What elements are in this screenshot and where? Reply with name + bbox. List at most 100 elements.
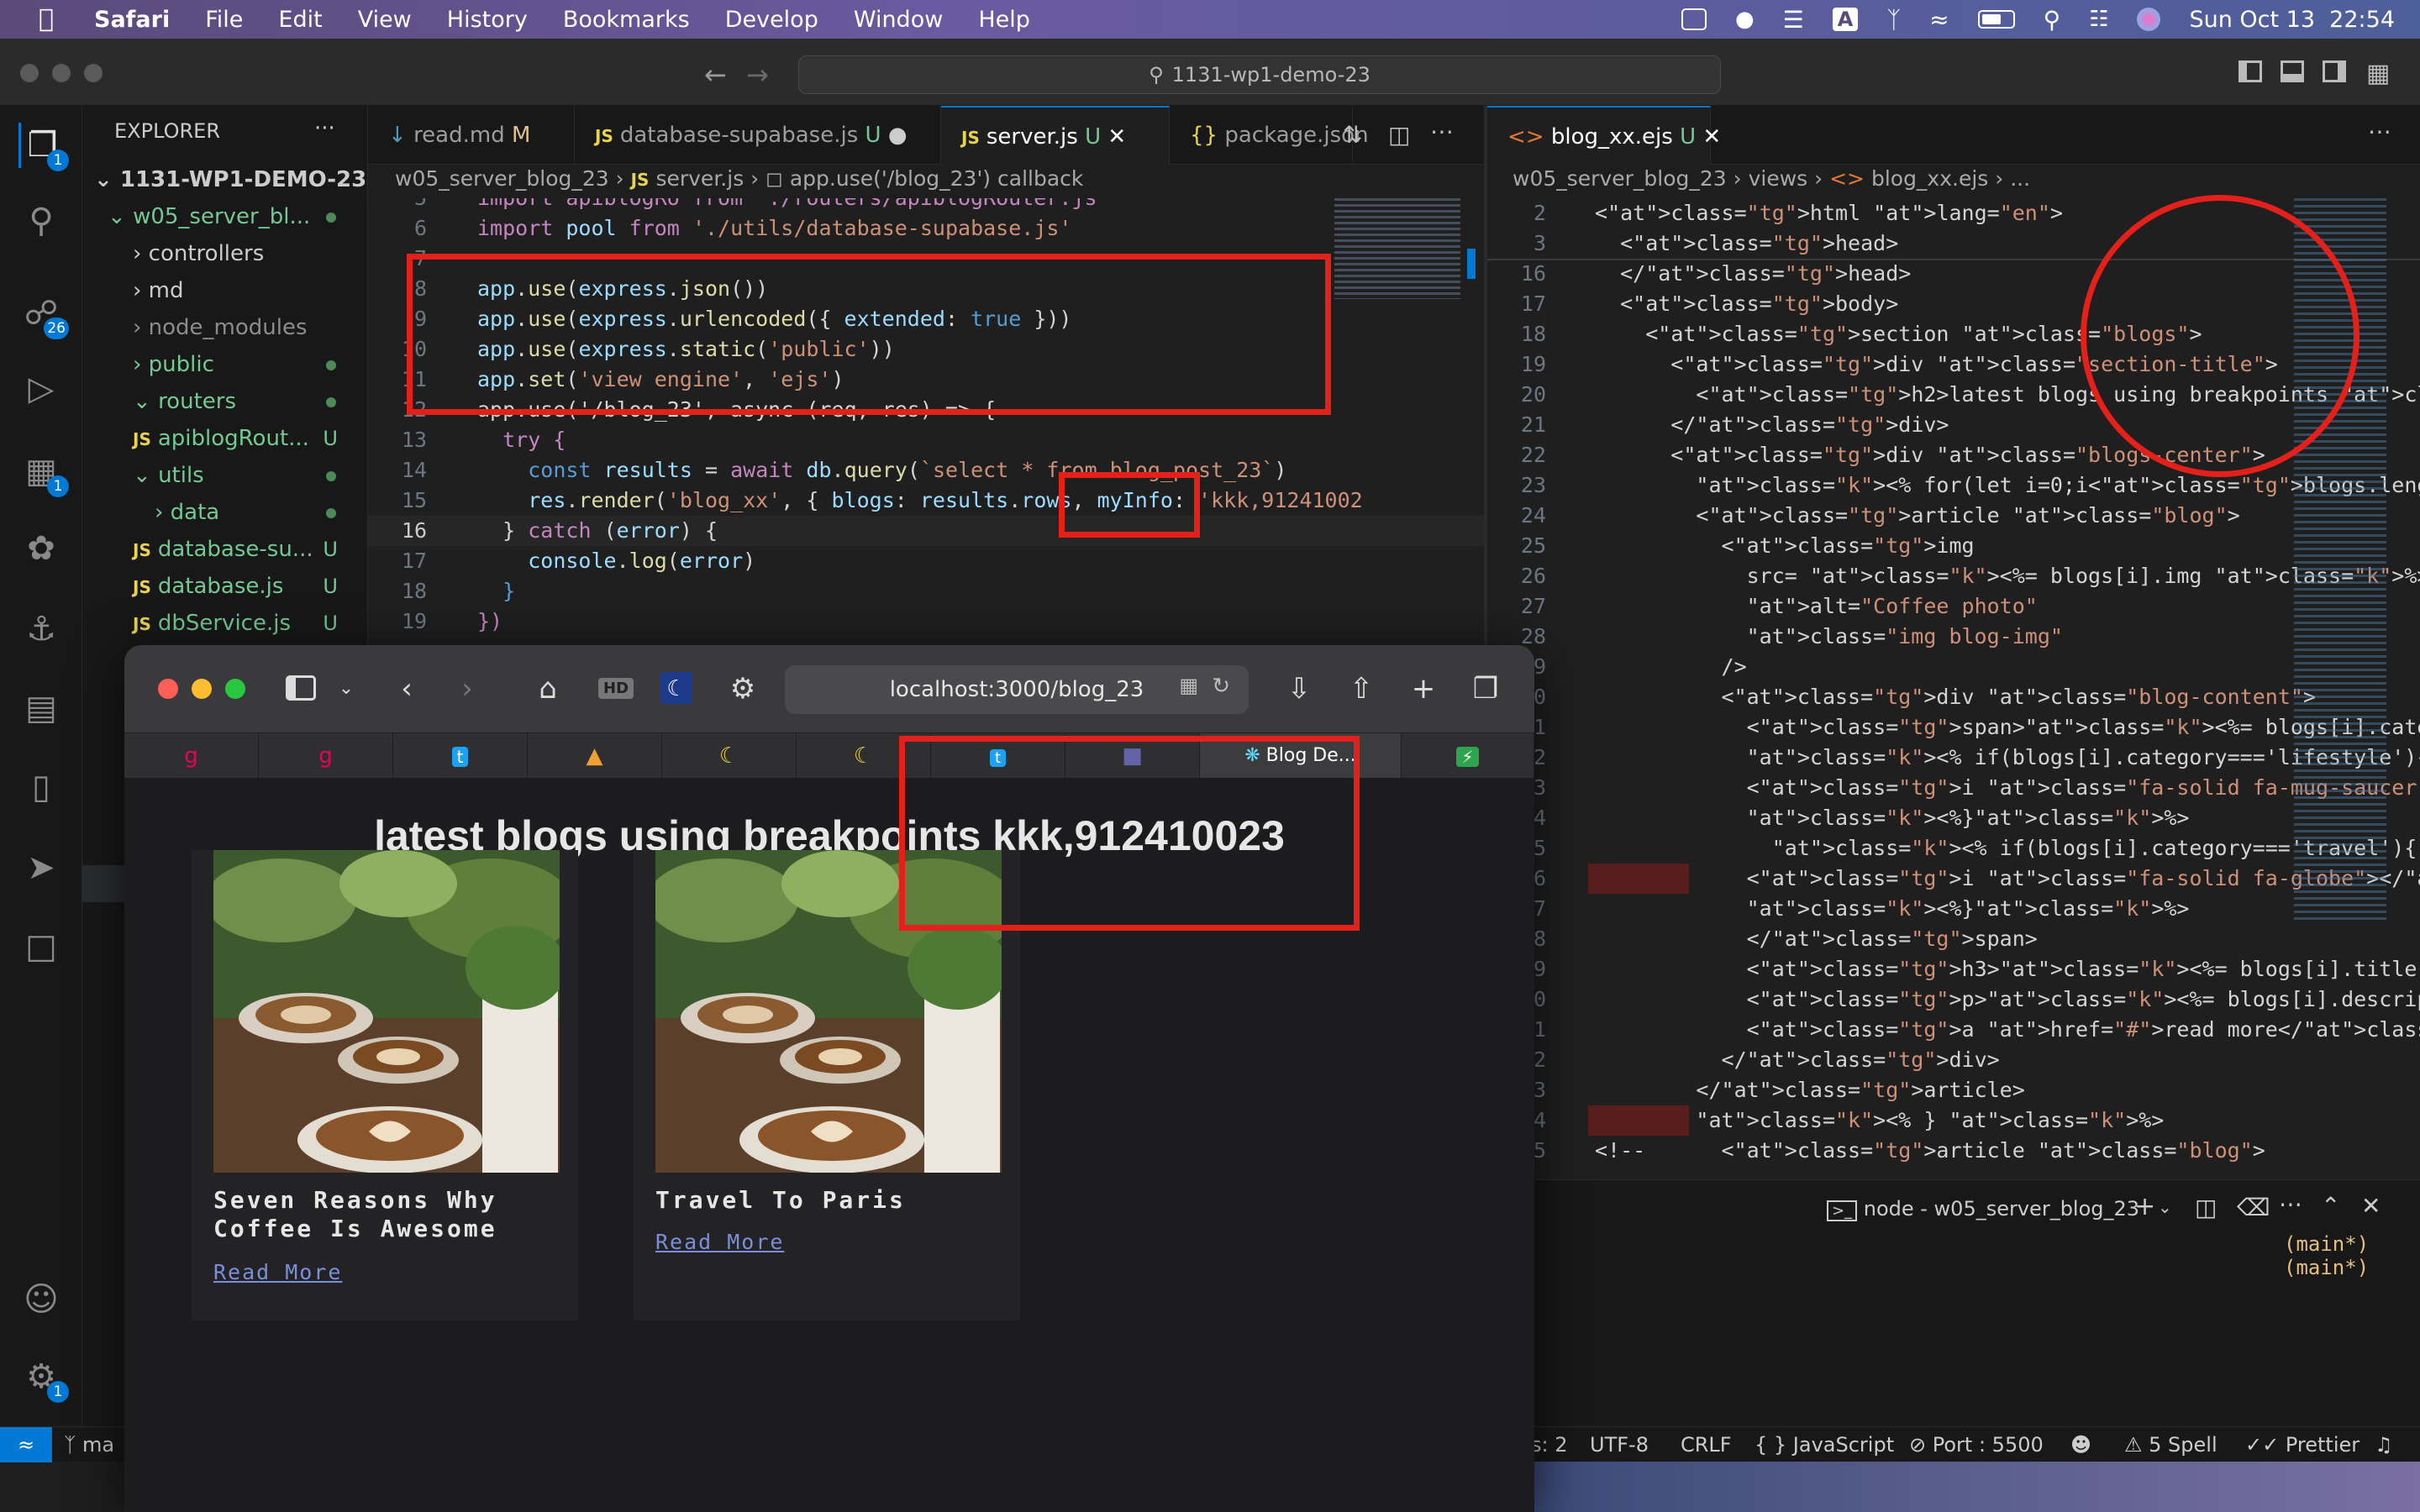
- tab-favicon-g[interactable]: g: [124, 733, 259, 779]
- bluetooth-icon[interactable]: ᛉ: [1886, 6, 1901, 34]
- breadcrumb-symbol[interactable]: ...: [2010, 166, 2030, 191]
- command-center[interactable]: ⚲ 1131-wp1-demo-23: [798, 55, 1721, 94]
- terminal-tab[interactable]: >_ node - w05_server_blog_23: [1827, 1197, 2139, 1221]
- tree-item-apiblogrouter[interactable]: JS apiblogRout... U: [82, 420, 368, 457]
- translate-icon[interactable]: ▦: [1179, 674, 1198, 697]
- window-minimize-button[interactable]: [52, 64, 71, 82]
- more-actions-icon[interactable]: ⋯: [2368, 118, 2391, 145]
- sidebar-toggle-icon[interactable]: [286, 675, 316, 701]
- tab-favicon-g[interactable]: g: [259, 733, 393, 779]
- apple-icon[interactable]: : [32, 5, 60, 34]
- trash-icon[interactable]: ⌫: [2237, 1194, 2270, 1221]
- siri-icon[interactable]: [2137, 8, 2161, 31]
- new-terminal-icon[interactable]: +: [2134, 1192, 2155, 1221]
- terminal-panel[interactable]: >_ node - w05_server_blog_23 + ⌄ ◫ ⌫ ⋯ ⌃…: [1487, 1179, 2420, 1426]
- compare-icon[interactable]: ⇅: [1343, 121, 1362, 149]
- share-icon[interactable]: ⇧: [1344, 672, 1378, 706]
- tab-favicon-banana[interactable]: ☾: [662, 733, 797, 779]
- gear-icon[interactable]: ⚙: [726, 672, 760, 706]
- book-icon[interactable]: ▯: [18, 764, 64, 810]
- reload-icon[interactable]: ↻: [1212, 674, 1230, 699]
- read-more-link[interactable]: Read More: [655, 1230, 784, 1254]
- more-actions-icon[interactable]: ⋯: [2279, 1190, 2302, 1218]
- tab-favicon-blue[interactable]: t: [393, 733, 528, 779]
- tree-item-md[interactable]: › md: [82, 272, 368, 309]
- workspace-root[interactable]: ⌄ 1131-WP1-DEMO-23: [82, 161, 368, 198]
- accounts-icon[interactable]: ☺: [18, 1277, 64, 1322]
- back-arrow-icon[interactable]: ←: [704, 59, 727, 91]
- tree-item-controllers[interactable]: › controllers: [82, 235, 368, 272]
- menu-develop[interactable]: Develop: [725, 7, 818, 33]
- close-icon[interactable]: ✕: [1107, 124, 1126, 150]
- control-center-icon[interactable]: ☷: [2089, 7, 2108, 32]
- maximize-panel-icon[interactable]: ⌃: [2321, 1192, 2340, 1220]
- hd-extension-icon[interactable]: HD: [598, 672, 634, 706]
- menu-history[interactable]: History: [447, 7, 528, 33]
- menu-file[interactable]: File: [205, 7, 243, 33]
- tab-favicon-orange[interactable]: ▲: [528, 733, 662, 779]
- tab-package-json[interactable]: {} package.json: [1170, 106, 1369, 165]
- prettier-status[interactable]: ✓✓ Prettier: [2245, 1427, 2360, 1462]
- unsaved-dot-icon[interactable]: ●: [888, 123, 908, 148]
- tree-item-database-supabase[interactable]: JS database-su... U: [82, 531, 368, 568]
- breadcrumb-file[interactable]: blog_xx.ejs: [1871, 166, 1988, 191]
- menubar-clock[interactable]: Sun Oct 13 22:54: [2189, 7, 2395, 33]
- toggle-secondary-sidebar-icon[interactable]: [2323, 60, 2346, 82]
- menu-edit[interactable]: Edit: [278, 7, 322, 33]
- git-branch[interactable]: ᛉ ma: [64, 1427, 114, 1462]
- language-mode[interactable]: { } JavaScript: [1754, 1427, 1894, 1462]
- dark-mode-icon[interactable]: ☾: [660, 672, 692, 704]
- safari-zoom-button[interactable]: [225, 679, 245, 699]
- tree-item-w05-server[interactable]: ⌄ w05_server_bl...: [82, 198, 368, 235]
- tree-item-data[interactable]: › data: [82, 494, 368, 531]
- indentation-status[interactable]: s: 2: [1531, 1427, 1568, 1462]
- run-debug-icon[interactable]: ▷: [18, 366, 64, 412]
- tree-item-node-modules[interactable]: › node_modules: [82, 309, 368, 346]
- forward-arrow-icon[interactable]: →: [746, 59, 769, 91]
- menu-app-name[interactable]: Safari: [94, 7, 170, 33]
- spotlight-icon[interactable]: ⚲: [2044, 6, 2061, 34]
- breadcrumb-symbol[interactable]: app.use('/blog_23') callback: [790, 166, 1084, 191]
- safari-close-button[interactable]: [158, 679, 178, 699]
- tree-item-utils[interactable]: ⌄ utils: [82, 457, 368, 494]
- tree-item-dbservice[interactable]: JS dbService.js U: [82, 605, 368, 642]
- window-close-button[interactable]: [20, 64, 39, 82]
- more-actions-icon[interactable]: ⋯: [1430, 118, 1454, 145]
- input-source-icon[interactable]: A: [1832, 8, 1859, 31]
- breadcrumb-file[interactable]: server.js: [655, 166, 744, 191]
- vpn-icon[interactable]: ●: [1735, 7, 1754, 32]
- notifications-bell-icon[interactable]: ♫: [2375, 1427, 2393, 1462]
- menu-help[interactable]: Help: [978, 7, 1030, 33]
- minimap[interactable]: [1334, 198, 1460, 299]
- breadcrumb-folder[interactable]: w05_server_blog_23: [395, 166, 609, 191]
- forward-icon[interactable]: ›: [450, 672, 484, 706]
- tab-blog-xx-ejs[interactable]: <> blog_xx.ejs U ✕: [1487, 106, 1721, 165]
- address-bar[interactable]: localhost:3000/blog_23 ▦ ↻: [785, 665, 1249, 714]
- python-icon[interactable]: ✿: [18, 526, 64, 571]
- tree-item-database[interactable]: JS database.js U: [82, 568, 368, 605]
- split-terminal-icon[interactable]: ◫: [2195, 1194, 2217, 1221]
- tree-item-public[interactable]: › public: [82, 346, 368, 383]
- new-tab-icon[interactable]: +: [1407, 672, 1440, 706]
- menu-bookmarks[interactable]: Bookmarks: [563, 7, 690, 33]
- chat-icon[interactable]: □: [18, 924, 64, 969]
- eol-status[interactable]: CRLF: [1681, 1427, 1732, 1462]
- explorer-more-icon[interactable]: ···: [314, 116, 335, 141]
- tab-overview-icon[interactable]: ❐: [1469, 672, 1502, 706]
- screen-share-icon[interactable]: [1681, 8, 1707, 30]
- tab-favicon-bolt[interactable]: ⚡: [1402, 733, 1534, 779]
- safari-minimize-button[interactable]: [192, 679, 212, 699]
- tab-database-supabase[interactable]: JS database-supabase.js U ●: [575, 106, 941, 165]
- live-server-port[interactable]: ⊘ Port : 5500: [1909, 1427, 2044, 1462]
- spell-check-status[interactable]: ⚠ 5 Spell: [2124, 1427, 2217, 1462]
- explorer-icon[interactable]: ❐ 1: [18, 123, 69, 171]
- chevron-down-icon[interactable]: ⌄: [329, 672, 363, 706]
- split-editor-icon[interactable]: ◫: [1388, 121, 1410, 149]
- toggle-primary-sidebar-icon[interactable]: [2238, 60, 2262, 82]
- encoding-status[interactable]: UTF-8: [1590, 1427, 1649, 1462]
- docker-icon[interactable]: ⚓: [18, 606, 64, 652]
- wifi-icon[interactable]: ≈: [1929, 6, 1949, 34]
- tab-read-md[interactable]: ↓ read.md M: [368, 106, 575, 165]
- downloads-icon[interactable]: ⇩: [1282, 672, 1316, 706]
- menu-window[interactable]: Window: [854, 7, 943, 33]
